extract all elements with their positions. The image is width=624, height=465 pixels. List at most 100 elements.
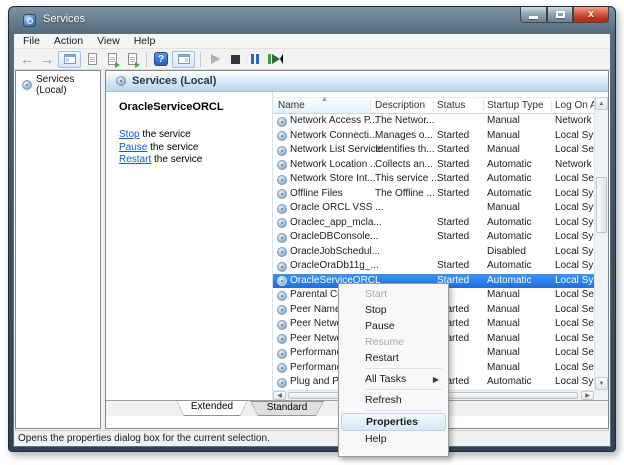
cell-start: Automatic (487, 173, 531, 184)
table-row[interactable]: Network Connecti...Manages o...StartedMa… (273, 129, 594, 144)
service-action-line: Pause the service (119, 142, 272, 155)
play-icon (211, 54, 220, 64)
context-menu-item-refresh[interactable]: Refresh (341, 392, 446, 408)
column-divider[interactable] (433, 100, 434, 111)
context-menu-item-stop[interactable]: Stop (341, 302, 446, 318)
toolbar-export-list-button[interactable] (103, 51, 121, 68)
column-header-description[interactable]: Description (375, 100, 425, 111)
toolbar-start-service-button[interactable] (206, 51, 224, 68)
table-row[interactable]: OracleOraDb11g_...StartedAutomaticLocal … (273, 259, 594, 274)
table-row[interactable]: OracleDBConsole...StartedAutomaticLocal … (273, 230, 594, 245)
menu-separator (365, 368, 442, 369)
close-button[interactable]: x (573, 7, 609, 23)
table-row[interactable]: Network List ServiceIdentifies th...Star… (273, 143, 594, 158)
window-client-area: FileActionViewHelp ←→? Services (Local) … (13, 33, 611, 447)
forward-icon: → (40, 52, 54, 66)
submenu-arrow-icon: ▶ (433, 375, 439, 384)
cell-start: Manual (487, 318, 520, 329)
cell-logon: Local Syste... (555, 130, 594, 141)
toolbar-restart-service-button[interactable] (266, 51, 284, 68)
cell-name: Oraclec_app_mcla... (290, 217, 382, 228)
toolbar-action-pane-toggle-button[interactable] (172, 51, 195, 68)
context-menu-item-all-tasks[interactable]: All Tasks▶ (341, 371, 446, 387)
column-divider[interactable] (551, 100, 552, 111)
table-row[interactable]: Network Location ...Collects an...Starte… (273, 158, 594, 173)
service-icon (277, 204, 287, 214)
table-row[interactable]: Oraclec_app_mcla...StartedAutomaticLocal… (273, 216, 594, 231)
service-icon (277, 117, 287, 127)
toolbar-properties-doc-button[interactable] (83, 51, 101, 68)
scroll-left-button[interactable]: ◀ (273, 391, 286, 400)
table-row[interactable]: Oracle ORCL VSS ...ManualLocal Syste... (273, 201, 594, 216)
column-header-status[interactable]: Status (437, 100, 465, 111)
table-row[interactable]: OracleJobSchedul...DisabledLocal Syste..… (273, 245, 594, 260)
cell-status: Started (437, 231, 469, 242)
tab-extended[interactable]: Extended (176, 400, 248, 416)
link-pause-service[interactable]: Pause (119, 142, 147, 153)
panel-header-title: Services (Local) (132, 75, 216, 87)
toolbar: ← →? (14, 49, 610, 70)
table-row[interactable]: Offline FilesThe Offline ...StartedAutom… (273, 187, 594, 202)
context-menu-item-restart[interactable]: Restart (341, 350, 446, 366)
tab-standard[interactable]: Standard (250, 401, 324, 416)
link-restart-service[interactable]: Restart (119, 154, 151, 165)
maximize-button[interactable] (547, 7, 573, 23)
cell-logon: Local Service (555, 289, 594, 300)
table-row[interactable]: Network Store Int...This service ...Star… (273, 172, 594, 187)
panel-header: Services (Local) (106, 71, 608, 92)
toolbar-forward-button[interactable]: → (38, 51, 56, 68)
context-menu-item-pause[interactable]: Pause (341, 318, 446, 334)
cell-status: Started (437, 159, 469, 170)
service-icon (277, 334, 287, 344)
cell-start: Manual (487, 333, 520, 344)
vertical-scrollbar-thumb[interactable] (596, 177, 607, 233)
scroll-right-button[interactable]: ▶ (581, 391, 594, 400)
cell-status: Started (437, 260, 469, 271)
restart-icon (268, 54, 283, 64)
column-header-startup-type[interactable]: Startup Type (487, 100, 544, 111)
service-icon (277, 291, 287, 301)
cell-desc: This service ... (375, 173, 439, 184)
toolbar-pause-service-button[interactable] (246, 51, 264, 68)
pause-icon (251, 54, 259, 64)
context-menu-item-properties[interactable]: Properties (341, 413, 446, 431)
vertical-scrollbar[interactable]: ▲ ▼ (594, 97, 608, 390)
menu-help[interactable]: Help (127, 34, 163, 48)
menu-action[interactable]: Action (47, 34, 90, 48)
toolbar-separator (200, 52, 201, 67)
context-menu-item-help[interactable]: Help (341, 431, 446, 447)
menu-file[interactable]: File (16, 34, 47, 48)
console-tree-panel: Services (Local) (15, 70, 101, 429)
cell-logon: Local Syste... (555, 202, 594, 213)
toolbar-console-tree-toggle-button[interactable] (58, 51, 81, 68)
cell-start: Manual (487, 130, 520, 141)
service-action-line: Restart the service (119, 154, 272, 167)
toolbar-window-new-button[interactable] (123, 51, 141, 68)
service-icon (277, 262, 287, 272)
title-bar[interactable]: Services x (9, 7, 615, 33)
scroll-up-button[interactable]: ▲ (595, 97, 608, 110)
scroll-down-button[interactable]: ▼ (595, 377, 608, 390)
menu-view[interactable]: View (90, 34, 127, 48)
column-divider[interactable] (483, 100, 484, 111)
link-stop-service[interactable]: Stop (119, 129, 140, 140)
menu-separator (365, 410, 442, 411)
cell-logon: Network S... (555, 115, 594, 126)
toolbar-back-button[interactable]: ← (18, 51, 36, 68)
cell-name: Network Access P... (290, 115, 378, 126)
toolbar-help-button[interactable]: ? (152, 51, 170, 68)
list-header: ▲ Name Description Status Startup Type L… (273, 97, 594, 114)
column-divider[interactable] (370, 100, 371, 111)
column-header-name[interactable]: Name (278, 100, 305, 111)
table-row[interactable]: Network Access P...The Networ...ManualNe… (273, 114, 594, 129)
service-icon (277, 305, 287, 315)
service-icon (277, 276, 287, 286)
service-icon (277, 320, 287, 330)
service-icon (277, 218, 287, 228)
tree-item-services-local[interactable]: Services (Local) (16, 71, 100, 96)
toolbar-stop-service-button[interactable] (226, 51, 244, 68)
cell-logon: Local Syste... (555, 231, 594, 242)
context-menu-item-start: Start (341, 286, 446, 302)
minimize-button[interactable] (520, 7, 547, 23)
cell-start: Automatic (487, 188, 531, 199)
